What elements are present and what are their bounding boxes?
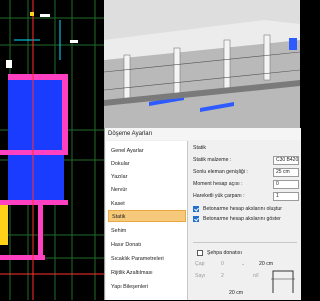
n-label: n/l — [253, 273, 259, 279]
diameter-label: Çap — [195, 261, 205, 267]
width-label: Sonlu eleman genişliği : — [193, 169, 248, 175]
hanger-bar-diagram-icon — [271, 270, 295, 293]
nav-item-static[interactable]: Statik — [108, 210, 186, 222]
hanger-rebar-checkbox[interactable]: Şehpa donatısı — [197, 249, 242, 257]
section-title: Statik — [193, 145, 206, 151]
moment-angle-input[interactable]: 0 — [273, 180, 299, 189]
create-axes-label: Betonarme hesap akslarını oluştur — [203, 206, 283, 212]
3d-render — [104, 0, 300, 128]
chevron-down-icon[interactable]: ⌄ — [241, 260, 245, 269]
live-load-input[interactable]: 1 — [273, 192, 299, 201]
hanger-rebar-label: Şehpa donatısı — [207, 250, 242, 256]
count-value[interactable]: 2 — [221, 272, 224, 281]
nav-item-rib[interactable]: Nervür — [111, 184, 183, 196]
nav-item-temperature[interactable]: Sıcaklık Parametreleri — [111, 253, 183, 265]
material-input[interactable]: C30 B420C — [273, 156, 299, 165]
nav-item-texts[interactable]: Yazılar — [111, 171, 183, 183]
show-axes-checkbox[interactable]: Betonarme hesap akslarını göster — [193, 215, 281, 223]
nav-item-coffer[interactable]: Kaset — [111, 198, 183, 210]
dimension-2: 20 cm — [229, 290, 244, 296]
material-label: Statik malzeme : — [193, 157, 232, 163]
checkbox-checked-icon — [193, 216, 199, 222]
nav-item-deflection[interactable]: Sehim — [111, 225, 183, 237]
hanger-rebar-group: Şehpa donatısı Çap 0 ⌄ Sayı 2 n/l 20 cm … — [193, 242, 297, 301]
checkbox-unchecked-icon — [197, 250, 203, 256]
static-settings-panel: Statik Statik malzeme : C30 B420C Sonlu … — [189, 141, 301, 300]
width-input[interactable]: 25 cm — [273, 168, 299, 177]
nav-item-general[interactable]: Genel Ayarlar — [111, 145, 183, 157]
live-load-label: Hareketli yük çarpanı : — [193, 193, 245, 199]
nav-item-textures[interactable]: Dokular — [111, 158, 183, 170]
nav-item-mesh-rebar[interactable]: Hasır Donatı — [111, 239, 183, 251]
moment-angle-label: Moment hesap açısı : — [193, 181, 243, 187]
create-axes-checkbox[interactable]: Betonarme hesap akslarını oluştur — [193, 205, 282, 213]
diameter-value[interactable]: 0 — [221, 260, 224, 269]
dialog-title: Döşeme Ayarları — [105, 128, 301, 140]
cad-plan-view[interactable] — [0, 0, 104, 300]
show-axes-label: Betonarme hesap akslarını göster — [203, 216, 281, 222]
nav-item-components[interactable]: Yapı Bileşenleri — [111, 281, 183, 293]
cad-drawing — [0, 0, 104, 300]
3d-model-view[interactable] — [104, 0, 300, 128]
count-label: Sayı — [195, 273, 206, 279]
checkbox-checked-icon — [193, 206, 199, 212]
slab-settings-dialog: Döşeme Ayarları Genel Ayarlar Dokular Ya… — [104, 128, 301, 300]
nav-item-stiffness[interactable]: Rijitlik Azaltılması — [111, 267, 183, 279]
settings-nav: Genel Ayarlar Dokular Yazılar Nervür Kas… — [106, 141, 188, 300]
